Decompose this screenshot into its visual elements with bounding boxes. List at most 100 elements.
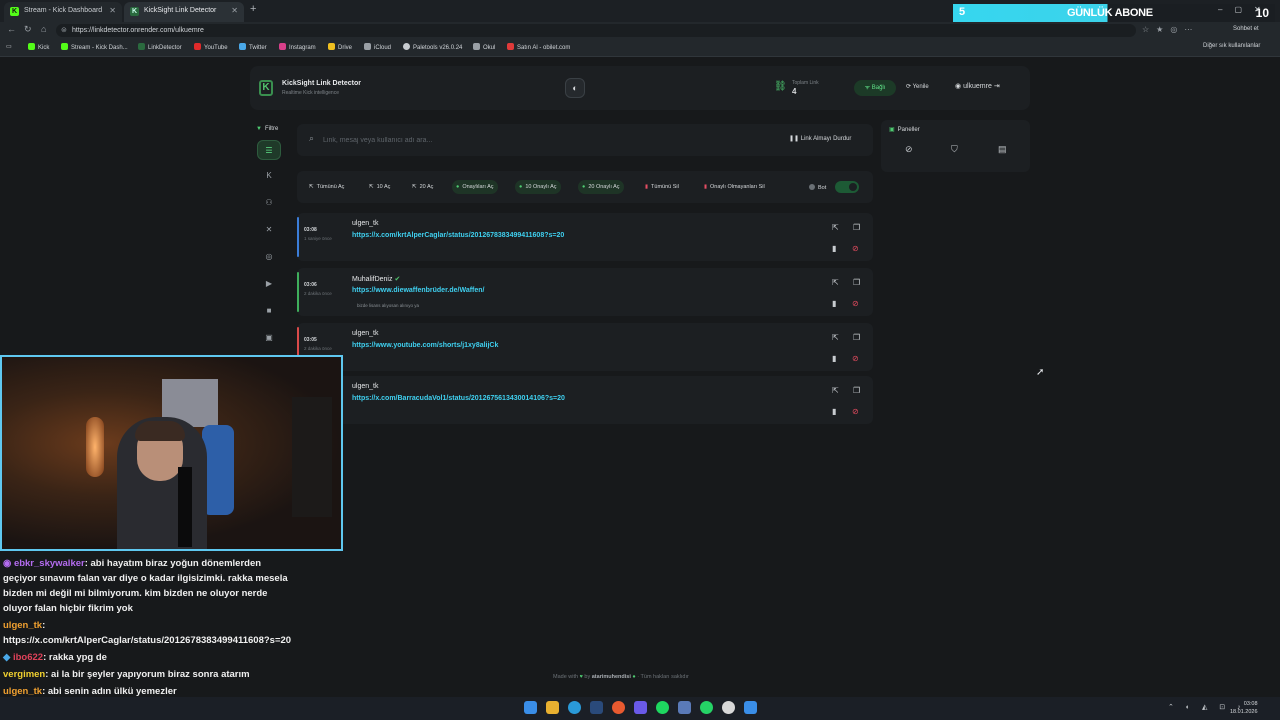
- app-icon[interactable]: [678, 701, 691, 714]
- bookmarks-icon[interactable]: ▭: [6, 43, 12, 50]
- open-link-icon[interactable]: ⇱: [832, 223, 839, 232]
- open-approved-button[interactable]: ● Onaylıları Aç: [452, 180, 498, 194]
- filter-all-button[interactable]: ☰: [257, 140, 281, 160]
- footer-author[interactable]: atarimuhendisi: [592, 674, 631, 680]
- delete-icon[interactable]: ▮: [832, 244, 836, 253]
- chat-button[interactable]: Sohbet et: [1233, 26, 1259, 32]
- open-link-icon[interactable]: ⇱: [832, 278, 839, 287]
- kick-favicon-icon: K: [10, 7, 19, 16]
- link-card: 03:06 2 dakika önce MuhalifDeniz ✔ https:…: [297, 268, 873, 316]
- taskbar-clock[interactable]: 03:08 18.01.2026: [1230, 700, 1258, 716]
- bookmark-linkdetector[interactable]: LinkDetector: [138, 43, 182, 51]
- filter-youtube-button[interactable]: ▶: [257, 274, 281, 294]
- block-user-icon[interactable]: ⊘: [852, 299, 859, 308]
- filter-instagram-button[interactable]: ◎: [257, 247, 281, 267]
- link-url[interactable]: https://x.com/BarracudaVol1/status/20126…: [352, 395, 565, 402]
- tab-label: KickSight Link Detector: [144, 7, 217, 14]
- bookmark-drive[interactable]: Drive: [328, 43, 352, 51]
- open-all-button[interactable]: ⇱ Tümünü Aç: [305, 180, 348, 194]
- bookmark-stream[interactable]: Stream - Kick Dash...: [61, 43, 128, 51]
- spotify-icon[interactable]: [656, 701, 669, 714]
- shield-icon[interactable]: ⛉: [951, 144, 958, 155]
- copy-icon[interactable]: ❐: [853, 333, 860, 342]
- tab-kicksight[interactable]: K KickSight Link Detector ✕: [124, 2, 244, 22]
- reload-icon[interactable]: ↻: [24, 24, 32, 35]
- url-field[interactable]: ⊜ https://linkdetector.onrender.com/ulku…: [56, 24, 1136, 37]
- link-time: 03:05: [304, 337, 317, 343]
- toolbar-icons[interactable]: ☆★◎⋯: [1142, 25, 1199, 34]
- stop-link-intake-button[interactable]: ❚❚ Link Almayı Durdur: [789, 135, 851, 142]
- close-tab-icon[interactable]: ✕: [231, 2, 238, 20]
- back-icon[interactable]: ←: [7, 24, 16, 34]
- copy-icon[interactable]: ❐: [853, 386, 860, 395]
- theme-toggle-button[interactable]: ◐: [565, 78, 585, 98]
- filter-kick-button[interactable]: K: [257, 166, 281, 186]
- block-user-icon[interactable]: ⊘: [852, 244, 859, 253]
- link-url[interactable]: https://x.com/krtAlperCaglar/status/2012…: [352, 232, 564, 239]
- delete-icon[interactable]: ▮: [832, 354, 836, 363]
- bookmark-instagram[interactable]: Instagram: [279, 43, 316, 51]
- link-url[interactable]: https://www.diewaffenbrüder.de/Waffen/: [352, 287, 485, 294]
- window-controls[interactable]: –▢✕: [1218, 5, 1273, 14]
- logout-icon[interactable]: ⇥: [994, 83, 1000, 90]
- app-footer: Made with ♥ by atarimuhendisi ● · Tüm ha…: [553, 674, 689, 680]
- close-tab-icon[interactable]: ✕: [109, 2, 116, 20]
- notepad-icon[interactable]: [744, 701, 757, 714]
- bookmark-icloud[interactable]: iCloud: [364, 43, 391, 51]
- filter-label: ▼ Filtre: [256, 126, 279, 132]
- copy-icon[interactable]: ❐: [853, 223, 860, 232]
- globe-icon: [403, 43, 410, 50]
- open-link-icon[interactable]: ⇱: [832, 386, 839, 395]
- block-user-icon[interactable]: ⊘: [852, 407, 859, 416]
- edge-browser-icon[interactable]: [568, 701, 581, 714]
- new-tab-icon[interactable]: +: [250, 3, 256, 15]
- steam-icon[interactable]: [590, 701, 603, 714]
- site-info-icon[interactable]: ⊜: [61, 24, 67, 37]
- open-link-icon[interactable]: ⇱: [832, 333, 839, 342]
- home-icon[interactable]: ⌂: [41, 24, 46, 34]
- filter-video-button[interactable]: ■: [257, 301, 281, 321]
- delete-icon[interactable]: ▮: [832, 407, 836, 416]
- open-10-approved-button[interactable]: ● 10 Onaylı Aç: [515, 180, 561, 194]
- bookmark-twitter[interactable]: Twitter: [239, 43, 267, 51]
- other-bookmarks[interactable]: Diğer sık kullanılanlar: [1203, 43, 1260, 49]
- chat-text: : abi senin adın ülkü yemezler: [42, 686, 177, 697]
- link-ago: 1 saniye önce: [304, 236, 332, 241]
- bookmark-paletools[interactable]: Paletools v26.0.24: [403, 43, 462, 51]
- delete-all-button[interactable]: ▮ Tümünü Sil: [641, 180, 683, 194]
- icloud-icon: [364, 43, 371, 50]
- app-subtitle: Realtime Kick intelligence: [282, 90, 339, 96]
- bookmark-kick[interactable]: Kick: [28, 43, 49, 51]
- delete-unapproved-button[interactable]: ▮ Onaylı Olmayanları Sil: [700, 180, 769, 194]
- delete-icon[interactable]: ▮: [832, 299, 836, 308]
- link-url[interactable]: https://www.youtube.com/shorts/j1xy8alij…: [352, 342, 498, 349]
- block-user-icon[interactable]: ⊘: [852, 354, 859, 363]
- bookmark-okul[interactable]: Okul: [473, 43, 495, 51]
- filter-x-button[interactable]: ✕: [257, 220, 281, 240]
- file-explorer-icon[interactable]: [546, 701, 559, 714]
- tab-kick-dashboard[interactable]: K Stream - Kick Dashboard ✕: [4, 2, 122, 22]
- windows-start-icon[interactable]: [524, 701, 537, 714]
- link-username: ulgen_tk: [352, 330, 379, 337]
- filter-media-button[interactable]: ▣: [257, 328, 281, 348]
- settings-icon[interactable]: [722, 701, 735, 714]
- archive-icon[interactable]: ▤: [998, 144, 1007, 155]
- open-20-button[interactable]: ⇱ 20 Aç: [408, 180, 437, 194]
- discord-icon[interactable]: [634, 701, 647, 714]
- open-10-button[interactable]: ⇱ 10 Aç: [365, 180, 394, 194]
- copy-icon[interactable]: ❐: [853, 278, 860, 287]
- bookmark-youtube[interactable]: YouTube: [194, 43, 228, 51]
- kick-small-icon: ●: [632, 674, 636, 680]
- filter-users-button[interactable]: ⚇: [257, 193, 281, 213]
- bookmark-obilet[interactable]: Satın Al - obilet.com: [507, 43, 570, 51]
- user-menu[interactable]: ◉ ulkuemre ⇥: [955, 82, 1000, 90]
- firefox-icon[interactable]: [612, 701, 625, 714]
- block-icon[interactable]: ⊘: [905, 144, 913, 155]
- whatsapp-icon[interactable]: [700, 701, 713, 714]
- open-20-approved-button[interactable]: ● 20 Onaylı Aç: [578, 180, 624, 194]
- chat-badge-icon: ◆: [3, 652, 13, 663]
- link-time: 03:06: [304, 282, 317, 288]
- bot-toggle[interactable]: [835, 181, 859, 193]
- search-input[interactable]: [323, 132, 763, 148]
- refresh-button[interactable]: ⟳ Yenile: [906, 83, 929, 90]
